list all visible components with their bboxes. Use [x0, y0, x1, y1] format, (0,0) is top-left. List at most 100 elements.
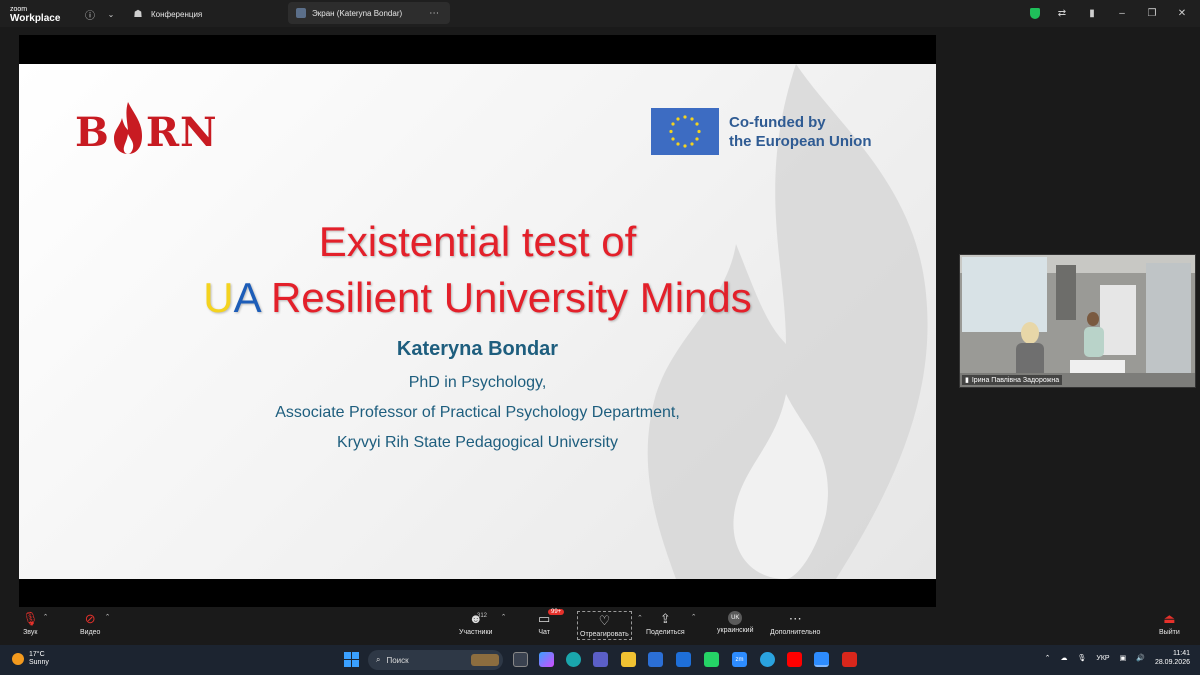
burn-logo-rn: RN: [145, 109, 218, 156]
copilot-icon[interactable]: [539, 652, 554, 667]
network-icon[interactable]: ▣: [1120, 654, 1127, 662]
author-position: Associate Professor of Practical Psychol…: [275, 404, 680, 421]
security-shield-icon[interactable]: [1030, 8, 1040, 19]
more-button[interactable]: ⋯ Дополнительно: [770, 611, 820, 636]
zoom-meeting-active-icon[interactable]: [814, 652, 829, 667]
edge-icon[interactable]: [566, 652, 581, 667]
author-name: Kateryna Bondar: [396, 338, 559, 360]
react-button[interactable]: ♡ Отреагировать ⌃: [577, 611, 643, 640]
eu-cofunded-logo: Co-funded by the European Union: [651, 108, 872, 155]
slide-title-line1: Existential test of: [318, 218, 637, 265]
close-icon[interactable]: ✕: [1174, 6, 1190, 22]
keyboard-language[interactable]: УКР: [1096, 655, 1109, 662]
screen-share-tab[interactable]: Экран (Kateryna Bondar) ⋯: [288, 2, 451, 24]
chat-badge: 99+: [548, 609, 565, 615]
video-options-chevron-icon[interactable]: ⌃: [105, 613, 111, 621]
people-icon: ☗: [133, 8, 143, 20]
flame-logo-icon: [113, 102, 142, 154]
eu-flag-icon: [651, 108, 719, 155]
zoom-workplace-icon[interactable]: zm: [732, 652, 747, 667]
eu-text-line2: the European Union: [729, 132, 872, 150]
burn-logo: B RN: [75, 100, 218, 156]
microphone-tray-icon[interactable]: 🎙: [1078, 654, 1087, 662]
temperature: 17°C: [29, 651, 45, 658]
acrobat-icon[interactable]: [842, 652, 857, 667]
taskbar-search[interactable]: ⌕ Поиск: [368, 650, 503, 670]
onedrive-icon[interactable]: ☁: [1061, 654, 1068, 662]
clock[interactable]: 11:41 28.09.2026: [1155, 649, 1190, 667]
chat-label: Чат: [538, 629, 550, 636]
participants-button[interactable]: ☻ 312 Участники ⌃: [459, 611, 506, 636]
windows-taskbar: 17°C Sunny ⌕ Поиск zm ⌃ ☁ 🎙 УКР ▣ 🔊 11:4…: [0, 645, 1200, 675]
task-view-icon[interactable]: [513, 652, 528, 667]
chevron-down-icon: ⌄: [107, 9, 115, 19]
outlook-icon[interactable]: [676, 652, 691, 667]
file-explorer-icon[interactable]: [621, 652, 636, 667]
slide-title-line2: UA Resilient University Minds: [19, 270, 936, 326]
connection-icon[interactable]: ⇄: [1054, 6, 1070, 22]
more-label: Дополнительно: [770, 629, 821, 636]
teams-icon[interactable]: [593, 652, 608, 667]
participants-label: Участники: [459, 629, 493, 636]
screen-tab-label: Экран (Kateryna Bondar): [312, 8, 403, 18]
participants-chevron-icon[interactable]: ⌃: [501, 613, 507, 621]
volume-icon[interactable]: 🔊: [1136, 654, 1145, 662]
interpretation-button[interactable]: UK украинский: [717, 611, 754, 634]
meeting-info-button[interactable]: ⓘ ⌄: [82, 6, 119, 22]
window-controls: ⇄ ▮ – ❐ ✕: [1030, 0, 1190, 27]
presentation-slide: B RN Co-funded by the European Union Exi…: [19, 64, 936, 579]
participant-video-thumbnail[interactable]: ▮ Ірина Павлівна Задорожна: [959, 254, 1196, 388]
audio-button[interactable]: 🎙 Звук ⌃: [22, 611, 49, 636]
video-button[interactable]: ⊘ Видео ⌃: [80, 611, 110, 636]
youtube-icon[interactable]: [787, 652, 802, 667]
meeting-controls-bar: 🎙 Звук ⌃ ⊘ Видео ⌃ ☻ 312 Участники ⌃ ▭ 9…: [0, 607, 1200, 645]
restore-icon[interactable]: ❐: [1144, 6, 1160, 22]
leave-label: Выйти: [1159, 629, 1180, 636]
weather-widget[interactable]: 17°C Sunny: [12, 651, 49, 667]
system-tray: ⌃ ☁ 🎙 УКР ▣ 🔊 11:41 28.09.2026: [1045, 649, 1190, 667]
sun-icon: [12, 653, 24, 665]
telegram-icon[interactable]: [760, 652, 775, 667]
signal-icon: ▮: [965, 377, 969, 384]
participant-name: Ірина Павлівна Задорожна: [971, 376, 1060, 384]
author-university: Kryvyi Rih State Pedagogical University: [336, 434, 618, 451]
weather-condition: Sunny: [29, 659, 49, 666]
leave-button[interactable]: ⏏ Выйти: [1159, 611, 1180, 636]
zoom-logo: zoom Workplace: [10, 5, 70, 24]
audio-label: Звук: [23, 629, 38, 636]
zoom-title-bar: zoom Workplace ⓘ ⌄ ☗ Конференция Экран (…: [0, 0, 1200, 27]
more-options-icon[interactable]: ⋯: [426, 5, 442, 21]
tray-overflow-chevron-icon[interactable]: ⌃: [1045, 654, 1051, 662]
meeting-tab[interactable]: ☗ Конференция: [130, 6, 203, 22]
clock-time: 11:41: [1173, 650, 1190, 657]
react-chevron-icon[interactable]: ⌃: [637, 614, 643, 622]
share-label: Поделиться: [646, 629, 685, 636]
windows-start-icon[interactable]: [344, 652, 359, 667]
minimize-icon[interactable]: –: [1114, 6, 1130, 22]
react-label: Отреагировать: [580, 631, 629, 638]
participants-count: 312: [477, 613, 488, 619]
microphone-muted-icon: 🎙: [22, 611, 39, 626]
video-label: Видео: [80, 629, 101, 636]
audio-options-chevron-icon[interactable]: ⌃: [43, 613, 49, 621]
title-letter-u: U: [203, 274, 234, 321]
search-placeholder: Поиск: [386, 655, 409, 665]
share-icon: ⇪: [659, 611, 671, 626]
author-degree: PhD in Psychology,: [408, 374, 547, 391]
store-icon[interactable]: [648, 652, 663, 667]
more-dots-icon: ⋯: [788, 611, 802, 626]
chat-button[interactable]: ▭ 99+ Чат: [538, 609, 565, 636]
search-icon: ⌕: [376, 655, 381, 664]
video-off-icon: ⊘: [84, 611, 96, 626]
burn-logo-b: B: [75, 109, 110, 156]
eu-text-line1: Co-funded by: [729, 113, 826, 131]
meeting-tab-label: Конференция: [151, 9, 203, 19]
whatsapp-icon[interactable]: [704, 652, 719, 667]
layout-icon[interactable]: ▮: [1084, 6, 1100, 22]
title-letter-a: A: [233, 274, 260, 321]
info-icon: ⓘ: [85, 10, 95, 22]
title-line2-rest: Resilient University Minds: [259, 274, 752, 321]
participant-name-label: ▮ Ірина Павлівна Задорожна: [962, 375, 1063, 385]
share-chevron-icon[interactable]: ⌃: [691, 613, 697, 621]
share-button[interactable]: ⇪ Поделиться ⌃: [646, 611, 697, 636]
